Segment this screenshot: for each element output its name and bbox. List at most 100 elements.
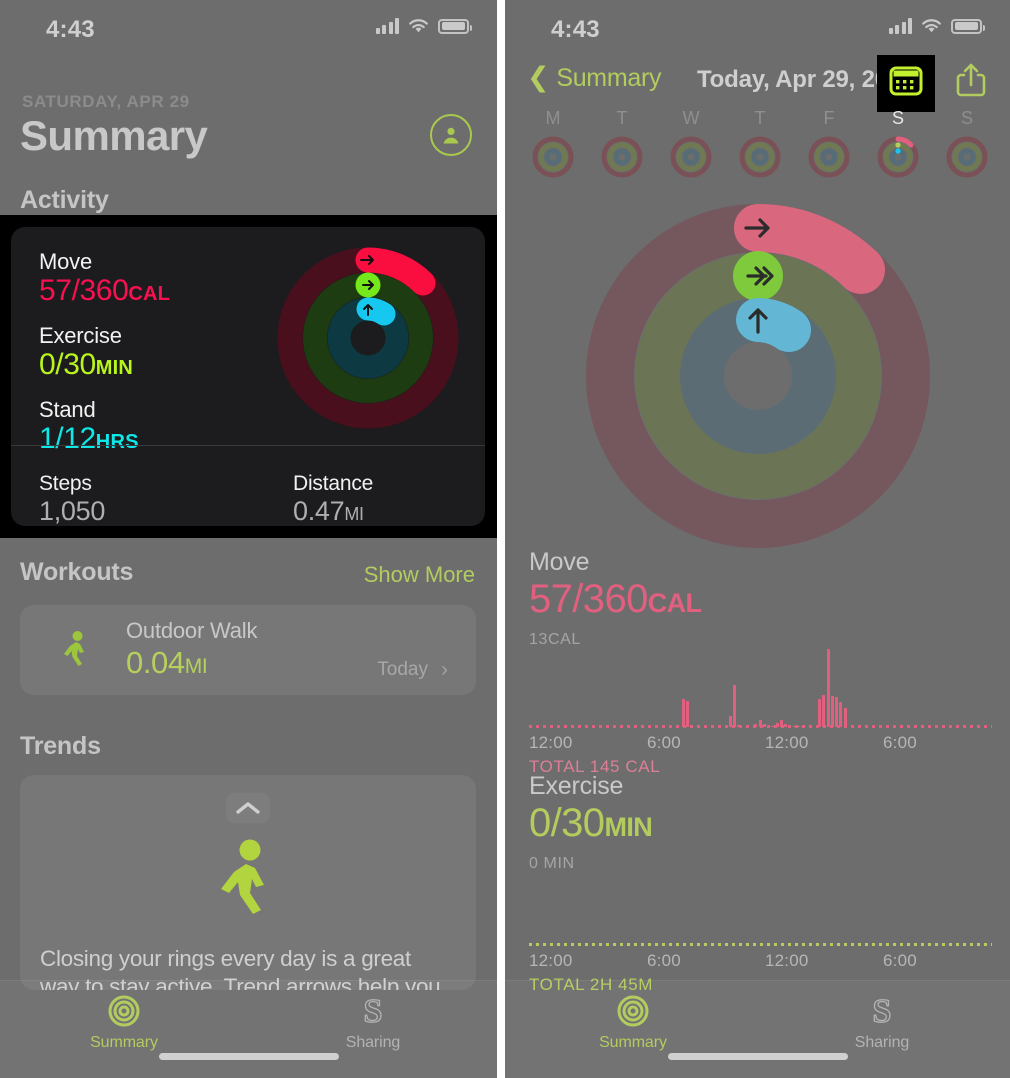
week-day-3[interactable]: T xyxy=(730,105,790,179)
activity-heading: Activity xyxy=(20,186,109,214)
activity-rings-icon xyxy=(44,991,204,1031)
move-baseline xyxy=(529,725,992,728)
exercise-label: Exercise xyxy=(39,323,122,348)
workout-when: Today xyxy=(377,659,428,680)
status-indicators xyxy=(375,18,472,34)
exercise-section-name: Exercise xyxy=(529,772,624,800)
sharing-s-icon: S xyxy=(802,991,962,1031)
chart-bar xyxy=(682,699,686,727)
page-title: Summary xyxy=(20,112,208,159)
chart-bar xyxy=(822,695,826,727)
workout-value: 0.04 xyxy=(126,645,185,680)
workout-list-item[interactable]: Outdoor Walk 0.04MI Today › xyxy=(20,605,476,695)
date-label: SATURDAY, APR 29 xyxy=(22,92,190,111)
week-day-1[interactable]: T xyxy=(592,105,652,179)
x-tick-3: 6:00 xyxy=(883,951,917,970)
move-section-value: 57/360 xyxy=(529,577,648,621)
chevron-right-icon: › xyxy=(441,658,448,681)
home-indicator xyxy=(158,1053,339,1060)
day-rings-icon xyxy=(807,135,851,179)
exercise-section-value: 0/30 xyxy=(529,801,605,845)
status-bar-left: 4:43 xyxy=(0,0,497,56)
week-day-4[interactable]: F xyxy=(799,105,859,179)
tab-summary[interactable]: Summary xyxy=(553,991,713,1052)
chart-bar xyxy=(839,701,843,727)
chart-bar xyxy=(826,649,830,727)
week-day-letter: T xyxy=(754,108,766,128)
week-day-0[interactable]: M xyxy=(523,105,583,179)
x-tick-1: 6:00 xyxy=(647,733,681,752)
wifi-icon xyxy=(921,18,942,34)
move-label: Move xyxy=(39,249,92,274)
svg-text:S: S xyxy=(873,993,892,1029)
battery-icon xyxy=(951,18,985,34)
chart-bar xyxy=(733,685,737,727)
status-time: 4:43 xyxy=(46,16,95,43)
share-button[interactable] xyxy=(954,63,988,101)
workouts-heading: Workouts xyxy=(20,558,134,586)
move-section[interactable]: Move 57/360CAL 13CAL 12:00 6:00 12:00 6:… xyxy=(529,548,992,777)
move-unit: CAL xyxy=(128,283,171,305)
tab-sharing-label: Sharing xyxy=(345,1034,401,1051)
exercise-section[interactable]: Exercise 0/30MIN 0 MIN 12:00 6:00 12:00 … xyxy=(529,772,992,995)
activity-rings-large xyxy=(578,196,938,556)
workout-unit: MI xyxy=(184,655,208,678)
exercise-bars xyxy=(529,867,992,945)
tab-sharing[interactable]: S Sharing xyxy=(802,991,962,1052)
workout-name: Outdoor Walk xyxy=(126,618,258,643)
profile-avatar-icon[interactable] xyxy=(430,114,472,156)
week-day-2[interactable]: W xyxy=(661,105,721,179)
right-phone-screen: 4:43 ❮ Summary Today, Apr 29, 2023 M T W… xyxy=(505,0,1010,1078)
tab-bar-right: Summary S Sharing xyxy=(505,980,1010,1078)
wifi-icon xyxy=(408,18,429,34)
move-section-name: Move xyxy=(529,548,590,576)
steps-value: 1,050 xyxy=(39,496,106,526)
day-rings-icon xyxy=(531,135,575,179)
sharing-s-icon: S xyxy=(293,991,453,1031)
cellular-signal-icon xyxy=(888,18,912,34)
share-upload-icon xyxy=(956,62,986,103)
home-indicator xyxy=(667,1053,848,1060)
left-phone-screen: 4:43 SATURDAY, APR 29 Summary Activity M… xyxy=(0,0,497,1078)
tab-summary[interactable]: Summary xyxy=(44,991,204,1052)
chevron-up-icon[interactable] xyxy=(226,793,270,823)
week-day-5-selected[interactable]: S xyxy=(868,103,928,179)
move-section-unit: CAL xyxy=(647,588,702,618)
tab-bar-left: Summary S Sharing xyxy=(0,980,497,1078)
battery-icon xyxy=(438,18,472,34)
activity-card[interactable]: Move 57/360CAL Exercise 0/30MIN Stand 1/… xyxy=(11,227,485,526)
exercise-baseline xyxy=(529,943,992,946)
show-more-button[interactable]: Show More xyxy=(364,562,475,588)
calendar-icon[interactable] xyxy=(889,65,923,102)
svg-text:S: S xyxy=(364,993,383,1029)
week-day-strip: M T W T F S S xyxy=(505,103,1010,185)
week-day-6[interactable]: S xyxy=(937,105,997,179)
activity-rings-small xyxy=(273,243,463,433)
distance-unit: MI xyxy=(344,504,364,524)
chart-bar xyxy=(686,700,690,727)
distance-stat: Distance 0.47MI xyxy=(293,472,373,526)
trends-card[interactable]: Closing your rings every day is a great … xyxy=(20,775,476,990)
day-rings-icon xyxy=(876,135,920,179)
chart-bar xyxy=(830,695,834,727)
calendar-button-spotlight[interactable] xyxy=(877,55,935,112)
screenshot-stage: 4:43 SATURDAY, APR 29 Summary Activity M… xyxy=(0,0,1010,1078)
walking-person-figure-icon xyxy=(208,837,288,937)
steps-stat: Steps 1,050 xyxy=(39,472,105,526)
status-bar-right: 4:43 xyxy=(505,0,1010,56)
cellular-signal-icon xyxy=(375,18,399,34)
status-time-right: 4:43 xyxy=(551,16,600,43)
tab-sharing[interactable]: S Sharing xyxy=(293,991,453,1052)
tab-summary-label: Summary xyxy=(90,1034,158,1051)
status-indicators-right xyxy=(888,18,985,34)
navigation-bar: ❮ Summary Today, Apr 29, 2023 xyxy=(505,55,1010,112)
distance-value: 0.47 xyxy=(293,496,345,526)
back-button[interactable]: ❮ Summary xyxy=(527,64,661,93)
x-tick-0: 12:00 xyxy=(529,733,573,752)
exercise-unit: MIN xyxy=(95,357,134,379)
exercise-bar-chart xyxy=(529,873,992,946)
day-rings-icon xyxy=(600,135,644,179)
x-tick-2: 12:00 xyxy=(765,951,809,970)
day-rings-icon xyxy=(669,135,713,179)
chevron-left-icon: ❮ xyxy=(527,62,550,92)
